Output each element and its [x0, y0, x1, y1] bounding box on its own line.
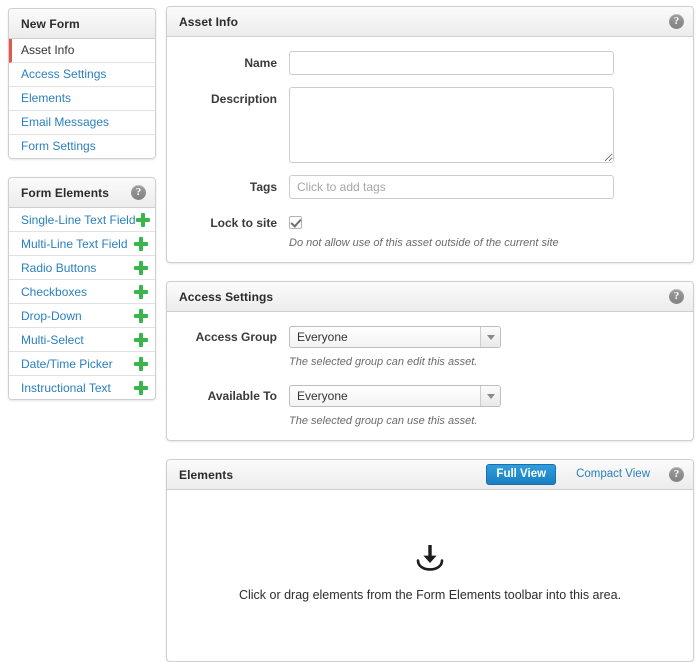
access-group-control: Everyone The selected group can edit thi… — [289, 325, 693, 369]
form-element-drop-down[interactable]: Drop-Down — [9, 304, 155, 328]
full-view-button[interactable]: Full View — [486, 464, 557, 485]
form-elements-panel: Form Elements ? Single-Line Text Field M… — [8, 177, 156, 400]
view-toggle-group: Full View Compact View — [486, 464, 660, 485]
access-settings-title: Access Settings — [179, 289, 274, 304]
form-nav-list: Asset Info Access Settings Elements Emai… — [9, 39, 155, 158]
form-element-label: Checkboxes — [21, 284, 88, 299]
plus-icon[interactable] — [135, 212, 150, 227]
name-input[interactable] — [289, 51, 614, 75]
plus-icon[interactable] — [134, 332, 148, 347]
asset-info-header: Asset Info ? — [167, 7, 693, 37]
sidebar-item-label: Asset Info — [21, 43, 75, 57]
name-label: Name — [244, 56, 277, 70]
tags-control — [289, 175, 693, 199]
form-element-label: Instructional Text — [21, 380, 111, 395]
access-group-field-row: Access Group Everyone The selected group… — [167, 325, 693, 369]
name-field-row: Name — [167, 51, 693, 75]
form-element-instructional-text[interactable]: Instructional Text — [9, 376, 155, 399]
access-group-hint: The selected group can edit this asset. — [289, 356, 478, 368]
elements-header: Elements Full View Compact View ? — [167, 460, 693, 490]
description-textarea[interactable] — [289, 87, 614, 163]
form-element-label: Multi-Line Text Field — [21, 236, 128, 251]
lock-to-site-control: Do not allow use of this asset outside o… — [289, 211, 693, 250]
page-title: New Form — [21, 16, 80, 31]
lock-to-site-label: Lock to site — [210, 216, 277, 230]
available-to-selected-value: Everyone — [297, 389, 348, 403]
description-control — [289, 87, 693, 163]
sidebar-item-label: Email Messages — [21, 115, 110, 129]
plus-icon[interactable] — [134, 260, 148, 275]
access-group-select[interactable]: Everyone — [289, 326, 501, 348]
form-element-label: Date/Time Picker — [21, 356, 113, 371]
sidebar-item-email-messages[interactable]: Email Messages — [9, 111, 155, 135]
sidebar-item-access-settings[interactable]: Access Settings — [9, 63, 155, 87]
download-into-tray-icon — [415, 544, 445, 575]
lock-to-site-checkbox[interactable] — [289, 216, 302, 229]
form-element-single-line-text-field[interactable]: Single-Line Text Field — [9, 208, 155, 232]
plus-icon[interactable] — [134, 284, 148, 299]
plus-icon[interactable] — [134, 380, 148, 395]
form-nav-panel: New Form Asset Info Access Settings Elem… — [8, 8, 156, 159]
description-field-row: Description — [167, 87, 693, 163]
name-control — [289, 51, 693, 75]
sidebar-item-label: Elements — [21, 91, 72, 105]
form-nav-header: New Form — [9, 9, 155, 39]
plus-icon[interactable] — [134, 308, 148, 323]
access-settings-panel: Access Settings ? Access Group Everyone … — [166, 281, 694, 441]
help-icon[interactable]: ? — [669, 14, 684, 29]
lock-to-site-hint: Do not allow use of this asset outside o… — [289, 237, 559, 249]
chevron-down-icon[interactable] — [480, 386, 500, 406]
sidebar-item-asset-info[interactable]: Asset Info — [9, 39, 155, 63]
available-to-field-row: Available To Everyone The selected group… — [167, 384, 693, 428]
sidebar-item-elements[interactable]: Elements — [9, 87, 155, 111]
available-to-control: Everyone The selected group can use this… — [289, 384, 693, 428]
form-elements-title: Form Elements — [21, 185, 109, 200]
form-elements-list: Single-Line Text Field Multi-Line Text F… — [9, 208, 155, 399]
form-element-label: Drop-Down — [21, 308, 82, 323]
plus-icon[interactable] — [134, 356, 148, 371]
form-element-label: Multi-Select — [21, 332, 84, 347]
help-icon[interactable]: ? — [131, 185, 146, 200]
form-element-label: Radio Buttons — [21, 260, 97, 275]
plus-icon[interactable] — [134, 236, 148, 251]
tags-input[interactable] — [289, 175, 614, 199]
sidebar-item-label: Access Settings — [21, 67, 107, 81]
form-element-radio-buttons[interactable]: Radio Buttons — [9, 256, 155, 280]
access-group-selected-value: Everyone — [297, 330, 348, 344]
tags-field-row: Tags — [167, 175, 693, 199]
lock-to-site-field-row: Lock to site Do not allow use of this as… — [167, 211, 693, 250]
elements-panel: Elements Full View Compact View ? Click … — [166, 459, 694, 662]
asset-info-body: Name Description Tags Click to add tags … — [167, 37, 693, 262]
form-elements-header: Form Elements ? — [9, 178, 155, 208]
form-element-multi-select[interactable]: Multi-Select — [9, 328, 155, 352]
drop-zone-text: Click or drag elements from the Form Ele… — [238, 587, 622, 602]
form-element-date-time-picker[interactable]: Date/Time Picker — [9, 352, 155, 376]
asset-info-title: Asset Info — [179, 14, 239, 29]
access-group-label: Access Group — [195, 330, 277, 344]
description-label: Description — [210, 92, 277, 106]
compact-view-button[interactable]: Compact View — [566, 464, 660, 485]
form-element-label: Single-Line Text Field — [21, 212, 136, 227]
available-to-select[interactable]: Everyone — [289, 385, 501, 407]
left-sidebar: New Form Asset Info Access Settings Elem… — [8, 8, 156, 400]
access-settings-body: Access Group Everyone The selected group… — [167, 312, 693, 440]
help-icon[interactable]: ? — [669, 289, 684, 304]
elements-drop-zone[interactable]: Click or drag elements from the Form Ele… — [167, 490, 693, 661]
elements-title: Elements — [179, 467, 234, 482]
main-content: Asset Info ? Name Description Tags Click… — [166, 6, 694, 662]
chevron-down-icon[interactable] — [480, 327, 500, 347]
help-icon[interactable]: ? — [669, 467, 684, 482]
form-builder-page: New Form Asset Info Access Settings Elem… — [0, 0, 700, 662]
form-element-checkboxes[interactable]: Checkboxes — [9, 280, 155, 304]
available-to-label: Available To — [207, 389, 277, 403]
asset-info-panel: Asset Info ? Name Description Tags Click… — [166, 6, 694, 263]
access-settings-header: Access Settings ? — [167, 282, 693, 312]
tags-label: Tags — [249, 180, 277, 194]
form-element-multi-line-text-field[interactable]: Multi-Line Text Field — [9, 232, 155, 256]
available-to-hint: The selected group can use this asset. — [289, 415, 478, 427]
sidebar-item-form-settings[interactable]: Form Settings — [9, 135, 155, 158]
sidebar-item-label: Form Settings — [21, 139, 96, 153]
